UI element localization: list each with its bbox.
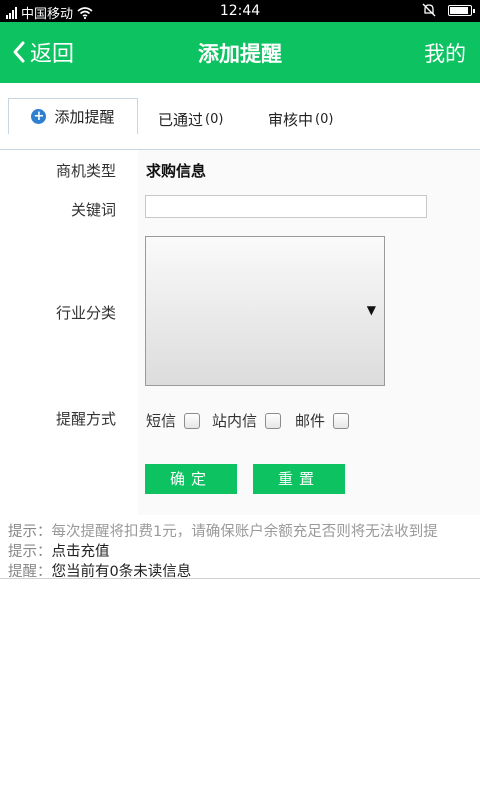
industry-select[interactable]: ▼: [145, 236, 385, 386]
site-message-checkbox[interactable]: [265, 412, 282, 429]
fee-tip: 提示：每次提醒将扣费1元，请确保账户余额充足否则将无法收到提: [8, 520, 438, 541]
mute-bell-icon: [422, 3, 436, 17]
tab-bar: + 添加提醒 已通过 (0) 审核中 (0): [0, 83, 480, 150]
tab-label: 已通过: [158, 110, 204, 129]
keyword-input[interactable]: [145, 195, 427, 218]
type-value: 求购信息: [146, 162, 207, 180]
reset-button[interactable]: 重置: [253, 464, 345, 494]
dropdown-arrow-icon: ▼: [366, 303, 376, 317]
tab-reviewing[interactable]: 审核中 (0): [268, 101, 333, 137]
tab-count: (0): [205, 111, 224, 127]
status-right: [422, 3, 475, 17]
confirm-button[interactable]: 确定: [145, 464, 237, 494]
industry-label: 行业分类: [55, 304, 116, 322]
tab-add-reminder[interactable]: + 添加提醒: [8, 98, 138, 134]
tip-text: 每次提醒将扣费1元，请确保账户余额充足否则将无法收到提: [51, 524, 438, 540]
method-email: 邮件: [295, 410, 350, 431]
keyword-label: 关键词: [70, 201, 116, 219]
battery-icon: [448, 4, 475, 16]
recharge-tip: 提示：点击充值: [8, 540, 110, 561]
status-bar: 中国移动 12:44: [0, 0, 480, 22]
divider: [0, 578, 480, 579]
tab-label: 审核中: [268, 110, 314, 129]
method-sms-label: 短信: [146, 412, 177, 430]
tip-key: 提示：: [8, 524, 52, 540]
chevron-left-icon: [13, 41, 25, 63]
method-label: 提醒方式: [55, 410, 116, 428]
status-time: 12:44: [219, 3, 261, 19]
back-label: 返回: [30, 42, 75, 67]
email-checkbox[interactable]: [333, 412, 350, 429]
method-sms: 短信: [146, 410, 201, 431]
plus-icon: +: [31, 109, 47, 124]
my-button[interactable]: 我的: [424, 38, 466, 68]
method-email-label: 邮件: [295, 412, 326, 430]
tab-approved[interactable]: 已通过 (0): [158, 101, 223, 137]
type-label: 商机类型: [55, 162, 116, 180]
method-site-label: 站内信: [212, 412, 258, 430]
sms-checkbox[interactable]: [184, 412, 201, 429]
tab-label: 添加提醒: [54, 108, 115, 126]
tab-count: (0): [315, 111, 334, 127]
tip-key: 提示：: [8, 544, 52, 560]
recharge-link[interactable]: 点击充值: [52, 544, 110, 560]
back-button[interactable]: 返回: [12, 36, 74, 68]
method-site-message: 站内信: [212, 410, 282, 431]
title-bar: 返回 添加提醒 我的: [0, 22, 480, 83]
